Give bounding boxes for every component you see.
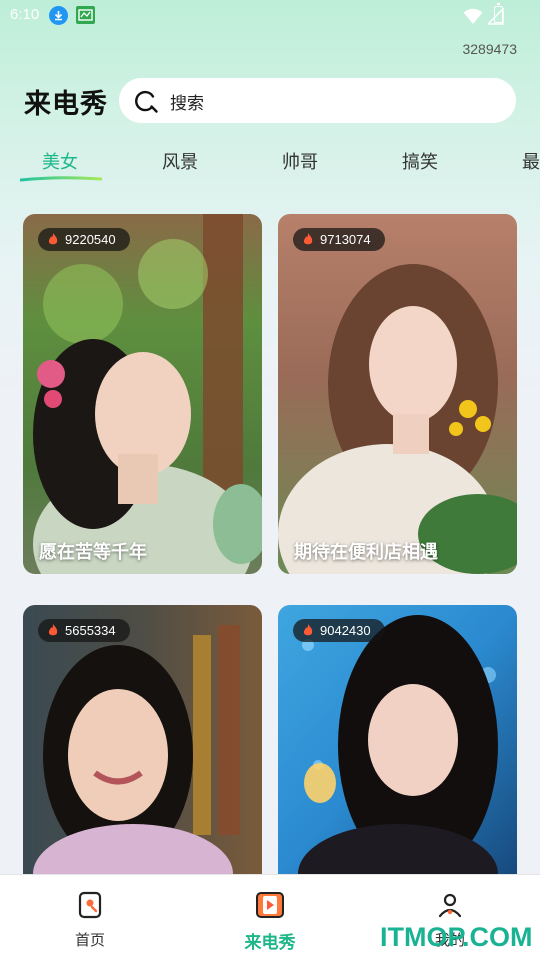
nav-home[interactable]: 首页 (30, 875, 150, 960)
download-icon (49, 6, 68, 25)
card-photo (278, 605, 517, 874)
user-id: 3289473 (462, 41, 517, 57)
hot-count-badge: 9042430 (293, 619, 385, 642)
tab-beauty[interactable]: 美女 (42, 148, 78, 174)
tab-funny[interactable]: 搞笑 (402, 148, 438, 174)
nav-label: 来电秀 (244, 933, 296, 953)
hot-count-badge: 5655334 (38, 619, 130, 642)
fire-icon (48, 233, 58, 245)
video-card[interactable]: 5655334 (23, 605, 262, 874)
wifi-icon (463, 8, 483, 24)
watermark: ITMOP.COM (380, 922, 533, 952)
tab-latest[interactable]: 最 (522, 148, 540, 174)
search-input[interactable]: 搜索 (119, 78, 516, 123)
fire-icon (303, 624, 313, 636)
video-card[interactable]: 9220540 愿在苦等千年 (23, 214, 262, 574)
hot-count: 9713074 (320, 232, 371, 247)
hot-count: 9042430 (320, 623, 371, 638)
card-title: 期待在便利店相遇 (294, 542, 438, 563)
search-icon (135, 90, 158, 113)
hot-count: 5655334 (65, 623, 116, 638)
fire-icon (48, 624, 58, 636)
call-show-icon (256, 892, 284, 918)
tab-handsome[interactable]: 帅哥 (282, 148, 318, 174)
nav-label: 首页 (74, 931, 105, 949)
card-photo (23, 214, 262, 574)
fire-icon (303, 233, 313, 245)
video-card[interactable]: 9713074 期待在便利店相遇 (278, 214, 517, 574)
app-notification-icon (76, 6, 95, 24)
active-tab-indicator (20, 176, 102, 182)
tab-scenery[interactable]: 风景 (162, 148, 198, 174)
hot-count-badge: 9220540 (38, 228, 130, 251)
card-title: 愿在苦等千年 (39, 542, 147, 563)
status-time: 6:10 (10, 6, 40, 23)
hot-count-badge: 9713074 (293, 228, 385, 251)
hot-count: 9220540 (65, 232, 116, 247)
category-tabs: 美女 风景 帅哥 搞笑 最 (0, 144, 540, 190)
page-title: 来电秀 (24, 89, 108, 120)
home-phone-icon (78, 891, 102, 919)
card-photo (23, 605, 262, 874)
status-bar: 6:10 (0, 0, 540, 32)
profile-icon (438, 893, 462, 918)
battery-icon (494, 3, 503, 23)
card-photo (278, 214, 517, 574)
nav-call-show[interactable]: 来电秀 (210, 875, 330, 960)
video-card[interactable]: 9042430 (278, 605, 517, 874)
search-placeholder: 搜索 (170, 94, 204, 114)
